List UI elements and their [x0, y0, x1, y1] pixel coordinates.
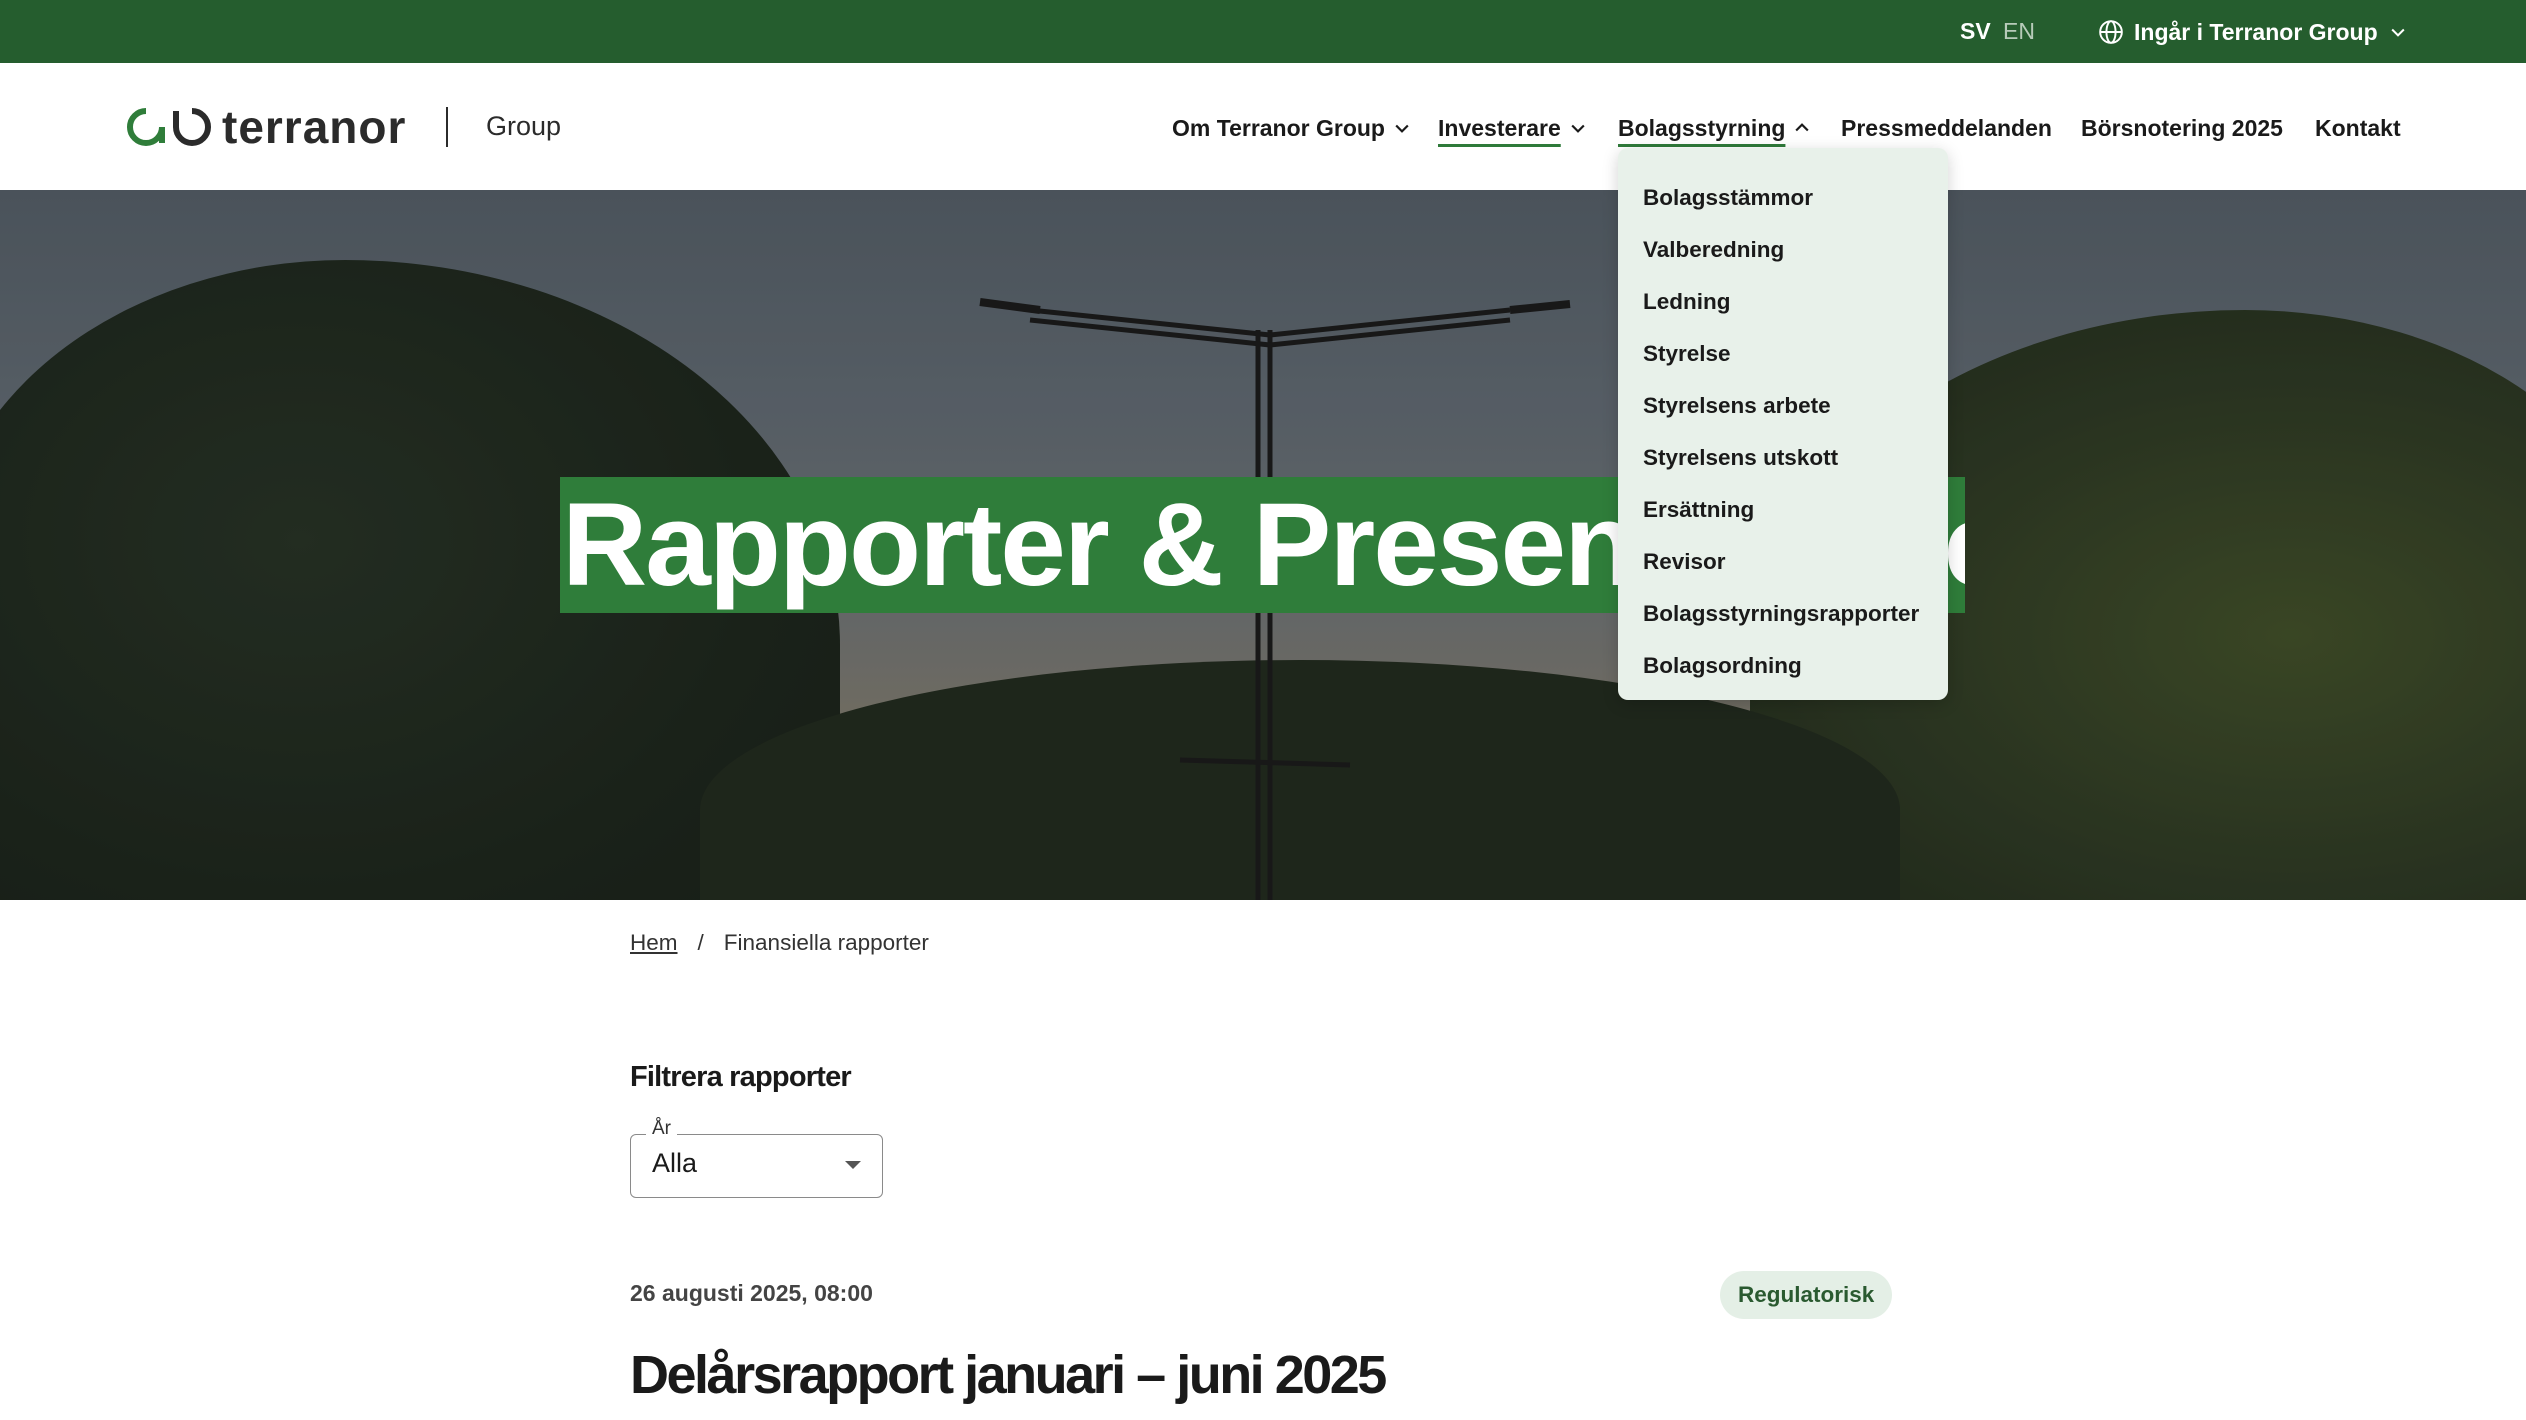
- logo-group-label: Group: [486, 111, 562, 141]
- dropdown-item-ersattning[interactable]: Ersättning: [1618, 484, 1948, 536]
- logo-divider: [446, 107, 448, 147]
- breadcrumb-current: Finansiella rapporter: [723, 930, 929, 955]
- caret-down-icon: [845, 1161, 861, 1169]
- lang-sv-link[interactable]: SV: [1960, 18, 1991, 45]
- breadcrumb-separator: /: [697, 930, 704, 955]
- filter-title: Filtrera rapporter: [630, 1061, 852, 1093]
- nav-bolagsstyrning[interactable]: Bolagsstyrning: [1618, 111, 1812, 145]
- group-link[interactable]: Ingår i Terranor Group: [2098, 14, 2408, 50]
- year-select-value: Alla: [652, 1148, 698, 1178]
- nav-pressmeddelanden[interactable]: Pressmeddelanden: [1841, 111, 2052, 145]
- dropdown-item-revisor[interactable]: Revisor: [1618, 536, 1948, 588]
- dropdown-item-styrelsens-arbete[interactable]: Styrelsens arbete: [1618, 380, 1948, 432]
- group-link-label: Ingår i Terranor Group: [2134, 18, 2378, 45]
- top-bar: SV EN Ingår i Terranor Group: [0, 0, 2526, 63]
- report-title-link[interactable]: Delårsrapport januari – juni 2025: [630, 1344, 1387, 1406]
- chevron-down-icon: [1571, 124, 1585, 133]
- lang-en-link[interactable]: EN: [2003, 18, 2035, 45]
- globe-icon: [2099, 20, 2123, 44]
- nav-label: Investerare: [1438, 114, 1561, 141]
- nav-kontakt[interactable]: Kontakt: [2315, 111, 2401, 145]
- report-date: 26 augusti 2025, 08:00: [630, 1280, 873, 1306]
- nav-om-terranor-group[interactable]: Om Terranor Group: [1172, 111, 1412, 145]
- breadcrumb: Hem / Finansiella rapporter: [630, 930, 929, 956]
- breadcrumb-home-link[interactable]: Hem: [630, 930, 678, 956]
- bolagsstyrning-dropdown-menu: Bolagsstämmor Valberedning Ledning Styre…: [1618, 148, 1948, 700]
- nav-label: Bolagsstyrning: [1618, 114, 1786, 141]
- nav-label: Börsnotering 2025: [2081, 114, 2283, 141]
- dropdown-item-styrelse[interactable]: Styrelse: [1618, 328, 1948, 380]
- dropdown-item-ledning[interactable]: Ledning: [1618, 276, 1948, 328]
- logo-wordmark: terranor: [222, 101, 407, 153]
- nav-investerare[interactable]: Investerare: [1438, 111, 1588, 145]
- dropdown-item-valberedning[interactable]: Valberedning: [1618, 224, 1948, 276]
- chevron-up-icon: [1795, 123, 1810, 132]
- site-header: terranor Group Om Terranor Group Investe…: [0, 63, 2526, 190]
- nav-borsnotering-2025[interactable]: Börsnotering 2025: [2081, 111, 2283, 145]
- nav-label: Kontakt: [2315, 114, 2401, 141]
- nav-label: Om Terranor Group: [1172, 114, 1385, 141]
- dropdown-item-bolagsstammor[interactable]: Bolagsstämmor: [1618, 172, 1948, 224]
- chevron-down-icon: [1395, 124, 1409, 133]
- dropdown-item-bolagsstyrningsrapporter[interactable]: Bolagsstyrningsrapporter: [1618, 588, 1948, 640]
- chevron-down-icon: [2391, 28, 2405, 37]
- dropdown-item-bolagsordning[interactable]: Bolagsordning: [1618, 640, 1948, 692]
- report-category-badge: Regulatorisk: [1720, 1271, 1893, 1319]
- terranor-logo-mark: [127, 108, 211, 146]
- year-select-label: År: [646, 1118, 677, 1140]
- dropdown-item-styrelsens-utskott[interactable]: Styrelsens utskott: [1618, 432, 1948, 484]
- terranor-logo[interactable]: terranor: [126, 103, 406, 151]
- nav-label: Pressmeddelanden: [1841, 114, 2052, 141]
